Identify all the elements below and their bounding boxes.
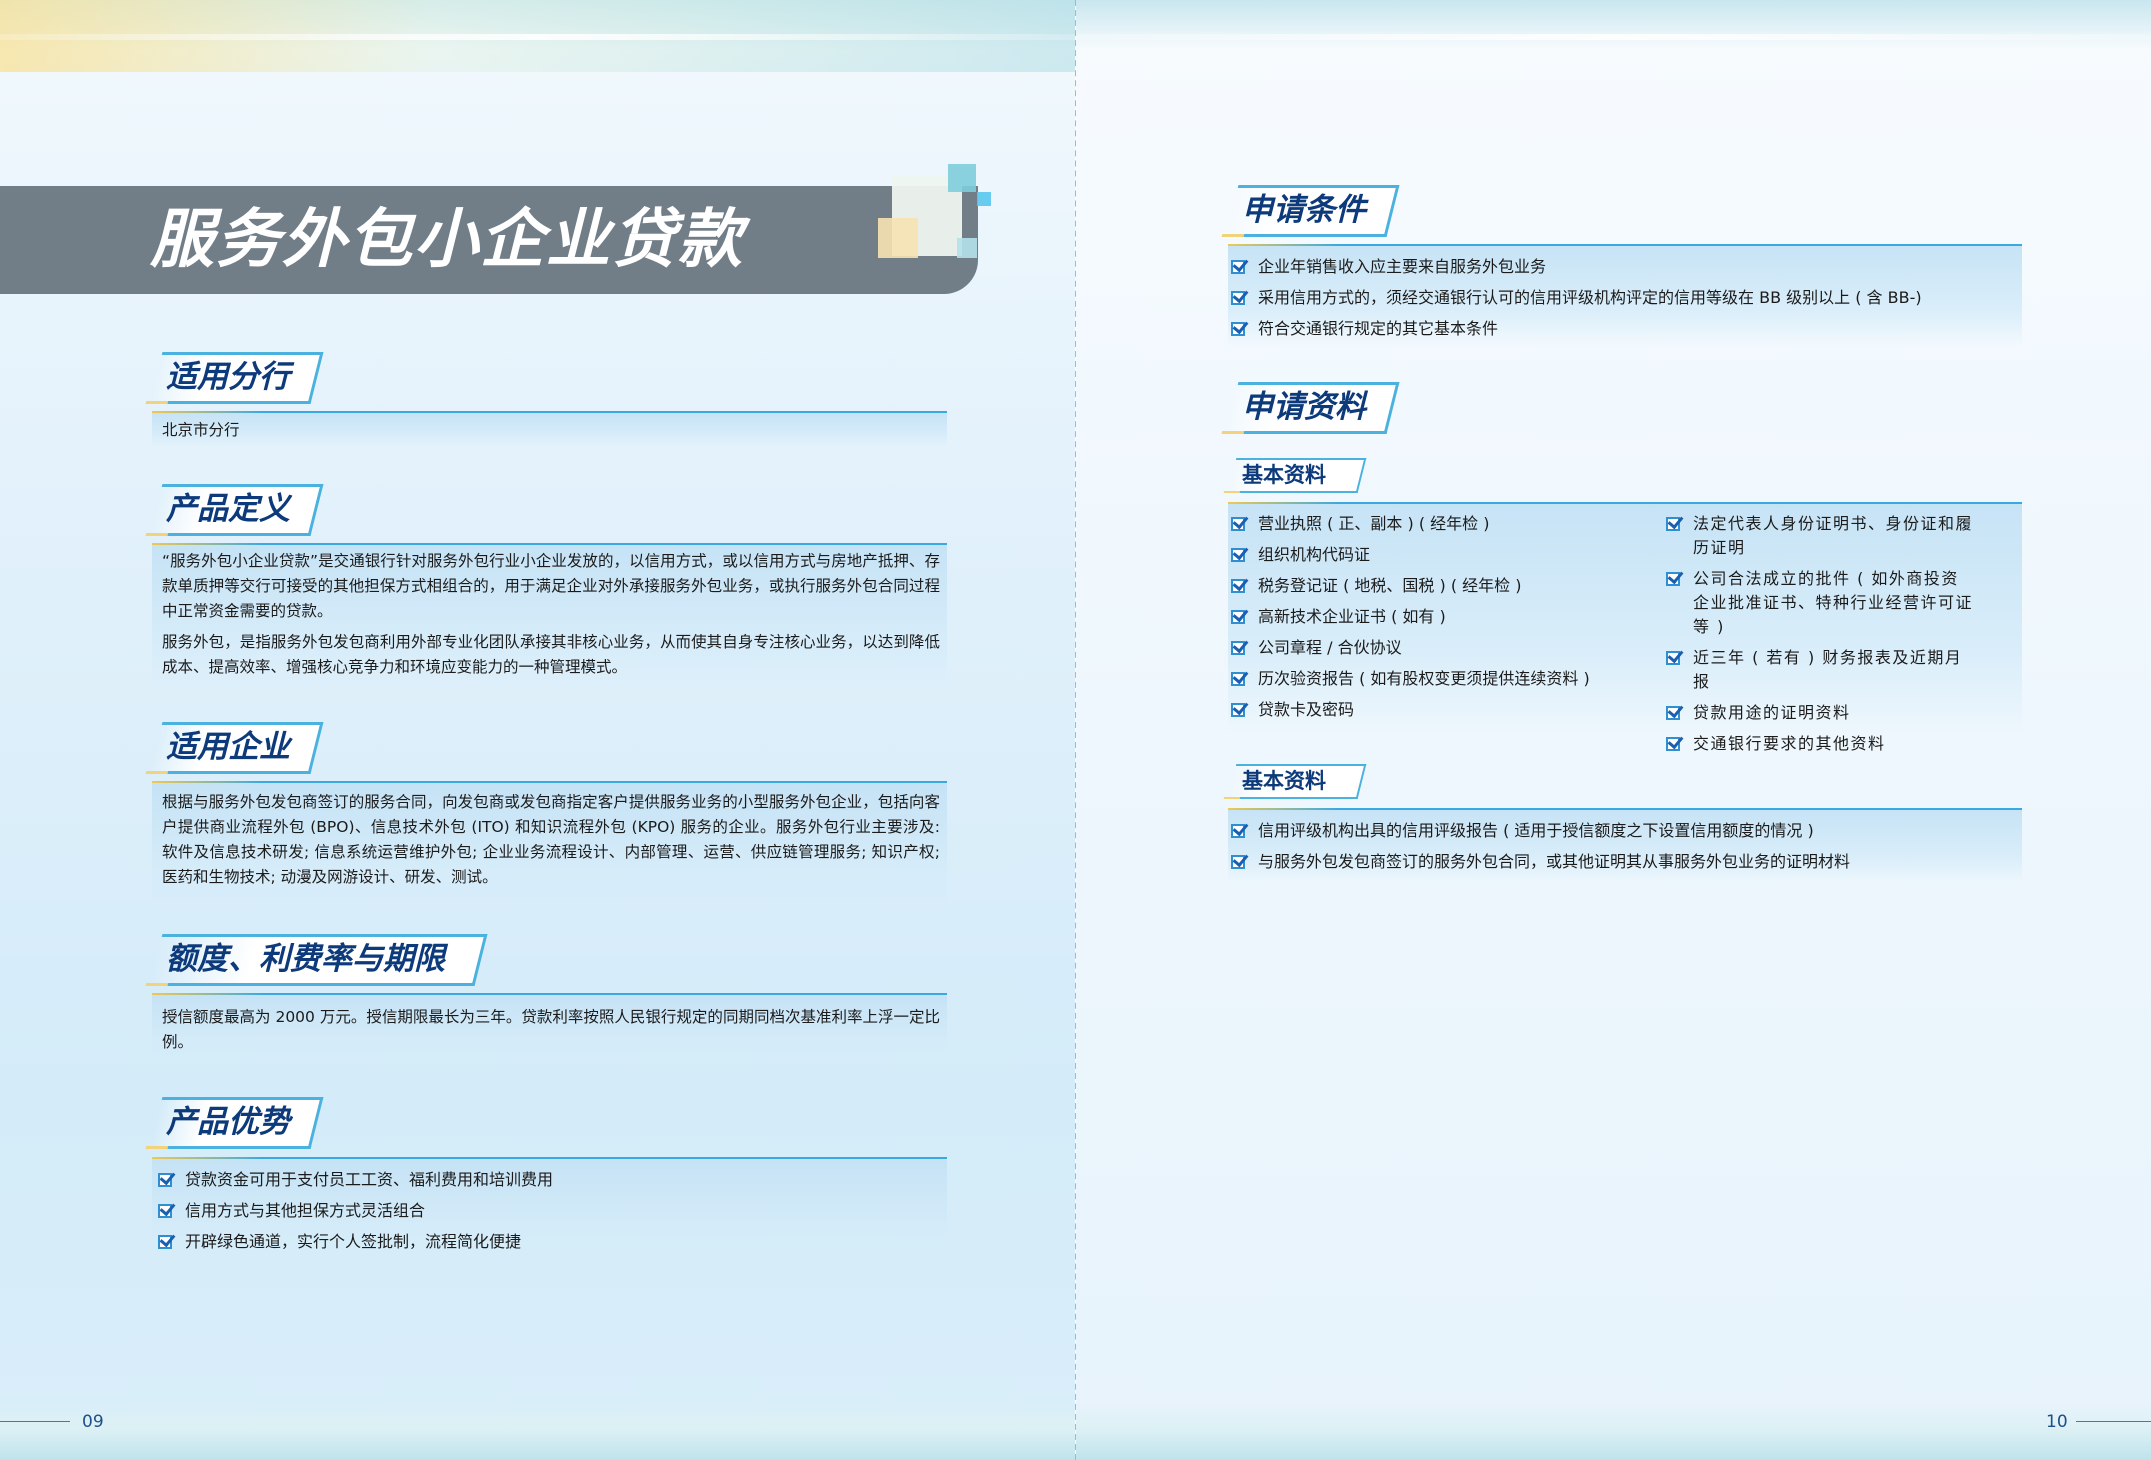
section-title: 适用企业 xyxy=(166,729,290,765)
checkbox-icon xyxy=(1231,610,1245,624)
decorative-square xyxy=(878,218,918,258)
checkbox-icon xyxy=(1666,517,1680,531)
checkbox-icon xyxy=(1231,824,1245,838)
page-number-right: 10 xyxy=(2046,1412,2068,1432)
subsection-title: 基本资料 xyxy=(1242,463,1326,487)
definition-paragraph-2: 服务外包，是指服务外包发包商利用外部专业化团队承接其非核心业务，从而使其自身专注… xyxy=(162,633,940,676)
checkbox-icon xyxy=(1231,672,1245,686)
section-header-advantages: 产品优势 xyxy=(149,1097,324,1149)
conditions-list: 企业年销售收入应主要来自服务外包业务 采用信用方式的，须经交通银行认可的信用评级… xyxy=(1231,255,1922,348)
page-number-left: 09 xyxy=(82,1412,104,1432)
checkbox-icon xyxy=(1231,579,1245,593)
list-item: 信用方式与其他担保方式灵活组合 xyxy=(158,1199,553,1223)
section-title: 申请条件 xyxy=(1242,192,1366,228)
decorative-square xyxy=(948,164,976,192)
list-item: 贷款用途的证明资料 xyxy=(1666,701,1976,725)
checkbox-icon xyxy=(1231,855,1245,869)
list-item: 符合交通银行规定的其它基本条件 xyxy=(1231,317,1922,341)
decorative-square xyxy=(957,238,977,258)
list-item: 法定代表人身份证明书、身份证和履历证明 xyxy=(1666,512,1976,560)
list-item: 税务登记证 ( 地税、国税 ) ( 经年检 ) xyxy=(1231,574,1590,598)
top-decorative-band xyxy=(1076,0,2151,72)
bottom-decorative-band xyxy=(0,1402,1075,1460)
section-header-limit: 额度、利费率与期限 xyxy=(149,934,488,986)
checkbox-icon xyxy=(1231,641,1245,655)
section-title: 申请资料 xyxy=(1242,389,1366,425)
section-header-enterprise: 适用企业 xyxy=(149,722,324,774)
right-page: 申请条件 企业年销售收入应主要来自服务外包业务 采用信用方式的，须经交通银行认可… xyxy=(1076,0,2151,1460)
section-header-branch: 适用分行 xyxy=(149,352,324,404)
section-title: 产品定义 xyxy=(166,491,290,527)
checkbox-icon xyxy=(1231,322,1245,336)
page-number-rule xyxy=(2076,1421,2151,1422)
list-item: 企业年销售收入应主要来自服务外包业务 xyxy=(1231,255,1922,279)
section-header-materials: 申请资料 xyxy=(1225,382,1400,434)
list-item: 采用信用方式的，须经交通银行认可的信用评级机构评定的信用等级在 BB 级别以上 … xyxy=(1231,286,1922,310)
section-header-definition: 产品定义 xyxy=(149,484,324,536)
page-title: 服务外包小企业贷款 xyxy=(150,203,744,277)
list-item: 营业执照 ( 正、副本 ) ( 经年检 ) xyxy=(1231,512,1590,536)
checkbox-icon xyxy=(1666,572,1680,586)
basic-materials-list-col1: 营业执照 ( 正、副本 ) ( 经年检 ) 组织机构代码证 税务登记证 ( 地税… xyxy=(1231,512,1590,729)
checkbox-icon xyxy=(1231,260,1245,274)
list-item: 组织机构代码证 xyxy=(1231,543,1590,567)
section-title: 适用分行 xyxy=(166,359,290,395)
subsection-title: 基本资料 xyxy=(1242,769,1326,793)
list-item: 贷款资金可用于支付员工工资、福利费用和培训费用 xyxy=(158,1168,553,1192)
limit-text: 授信额度最高为 2000 万元。授信期限最长为三年。贷款利率按照人民银行规定的同… xyxy=(162,1008,940,1051)
decorative-square xyxy=(977,192,991,206)
advantages-list: 贷款资金可用于支付员工工资、福利费用和培训费用 信用方式与其他担保方式灵活组合 … xyxy=(158,1168,553,1261)
checkbox-icon xyxy=(158,1173,172,1187)
list-item: 公司章程 / 合伙协议 xyxy=(1231,636,1590,660)
list-item: 近三年 ( 若有 ) 财务报表及近期月报 xyxy=(1666,646,1976,694)
list-item: 公司合法成立的批件 ( 如外商投资企业批准证书、特种行业经营许可证等 ) xyxy=(1666,567,1976,639)
title-bar: 服务外包小企业贷款 xyxy=(0,186,978,294)
list-item: 与服务外包发包商签订的服务外包合同，或其他证明其从事服务外包业务的证明材料 xyxy=(1231,850,1850,874)
checkbox-icon xyxy=(1231,517,1245,531)
checkbox-icon xyxy=(1666,651,1680,665)
list-item: 贷款卡及密码 xyxy=(1231,698,1590,722)
checkbox-icon xyxy=(1666,706,1680,720)
checkbox-icon xyxy=(1231,548,1245,562)
bottom-decorative-band xyxy=(1076,1402,2151,1460)
section-title: 产品优势 xyxy=(166,1104,290,1140)
list-item: 开辟绿色通道，实行个人签批制，流程简化便捷 xyxy=(158,1230,553,1254)
left-page: 服务外包小企业贷款 适用分行 北京市分行 产品定义 “服务外包小企业贷款”是交通… xyxy=(0,0,1075,1460)
list-item: 信用评级机构出具的信用评级报告 ( 适用于授信额度之下设置信用额度的情况 ) xyxy=(1231,819,1850,843)
checkbox-icon xyxy=(158,1204,172,1218)
checkbox-icon xyxy=(1231,291,1245,305)
basic-materials-list-col2: 法定代表人身份证明书、身份证和履历证明 公司合法成立的批件 ( 如外商投资企业批… xyxy=(1666,512,1976,763)
checkbox-icon xyxy=(158,1235,172,1249)
checkbox-icon xyxy=(1231,703,1245,717)
checkbox-icon xyxy=(1666,737,1680,751)
list-item: 交通银行要求的其他资料 xyxy=(1666,732,1976,756)
basic-materials-list-2: 信用评级机构出具的信用评级报告 ( 适用于授信额度之下设置信用额度的情况 ) 与… xyxy=(1231,819,1850,881)
list-item: 历次验资报告 ( 如有股权变更须提供连续资料 ) xyxy=(1231,667,1590,691)
subsection-header-basic-2: 基本资料 xyxy=(1227,764,1368,799)
page-number-rule xyxy=(0,1421,70,1422)
section-title: 额度、利费率与期限 xyxy=(166,941,445,977)
definition-paragraph-1: “服务外包小企业贷款”是交通银行针对服务外包行业小企业发放的，以信用方式，或以信… xyxy=(162,552,940,620)
top-decorative-band xyxy=(0,0,1075,72)
subsection-header-basic-1: 基本资料 xyxy=(1227,458,1368,493)
section-header-conditions: 申请条件 xyxy=(1225,185,1400,237)
branch-text: 北京市分行 xyxy=(162,421,240,439)
enterprise-text: 根据与服务外包发包商签订的服务合同，向发包商或发包商指定客户提供服务业务的小型服… xyxy=(162,793,940,886)
list-item: 高新技术企业证书 ( 如有 ) xyxy=(1231,605,1590,629)
